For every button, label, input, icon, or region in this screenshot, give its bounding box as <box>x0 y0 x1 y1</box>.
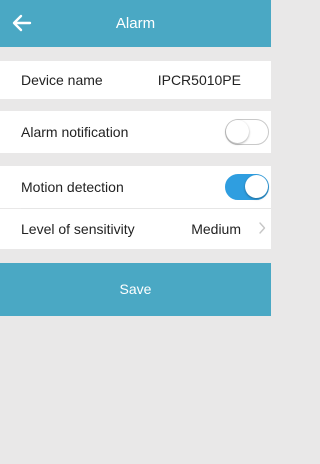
chevron-right-icon <box>258 221 266 238</box>
section-gap <box>0 47 271 61</box>
motion-detection-row: Motion detection <box>0 166 271 208</box>
page-title: Alarm <box>115 15 156 32</box>
section-gap <box>0 153 271 166</box>
device-name-row: Device name IPCR5010PE <box>0 61 271 99</box>
toggle-knob <box>245 175 268 198</box>
sensitivity-value: Medium <box>191 221 241 237</box>
device-name-value: IPCR5010PE <box>157 72 241 88</box>
section-gap <box>0 99 271 111</box>
alarm-notification-toggle[interactable] <box>225 119 269 145</box>
alarm-notification-row: Alarm notification <box>0 111 271 153</box>
save-button[interactable]: Save <box>0 263 271 316</box>
app-header: Alarm <box>0 0 271 47</box>
sensitivity-row[interactable]: Level of sensitivity Medium <box>0 209 271 249</box>
toggle-knob <box>226 120 249 143</box>
motion-detection-toggle[interactable] <box>225 174 269 200</box>
section-gap <box>0 249 271 263</box>
